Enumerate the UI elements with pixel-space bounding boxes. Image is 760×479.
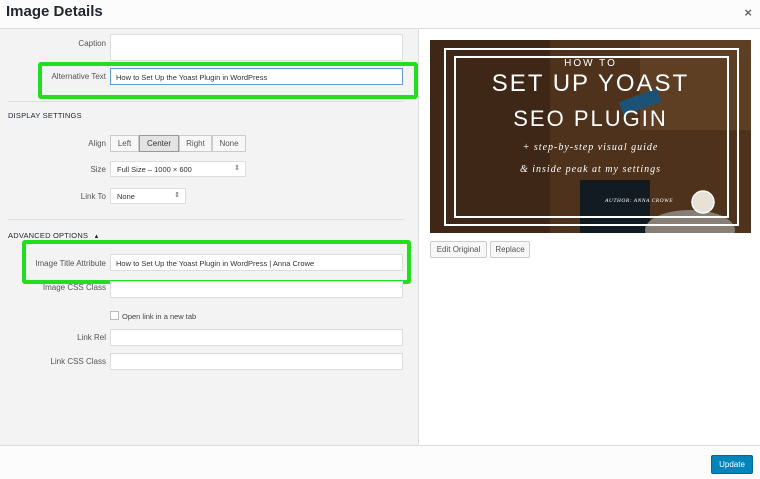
link-css-class-field[interactable] xyxy=(110,353,403,370)
dialog-footer xyxy=(0,445,760,479)
image-css-class-field[interactable] xyxy=(110,281,403,298)
display-settings-heading: DISPLAY SETTINGS xyxy=(8,111,82,120)
image-line-setup-yoast: SET UP YOAST xyxy=(491,70,690,97)
align-center-button[interactable]: Center xyxy=(139,135,179,152)
image-line-seo-plugin: SEO PLUGIN xyxy=(513,106,668,131)
update-button[interactable]: Update xyxy=(711,455,753,474)
image-line-settings: & inside peak at my settings xyxy=(519,164,662,175)
alt-text-label: Alternative Text xyxy=(51,72,106,81)
link-to-value: None xyxy=(117,192,135,201)
title-attribute-label: Image Title Attribute xyxy=(35,259,106,268)
caret-up-icon: ▲ xyxy=(93,234,100,240)
new-tab-checkbox[interactable] xyxy=(110,311,119,320)
image-css-class-label: Image CSS Class xyxy=(42,283,106,292)
close-icon[interactable]: × xyxy=(744,5,752,20)
image-line-guide: + step-by-step visual guide xyxy=(522,142,659,153)
divider xyxy=(8,219,404,220)
select-arrows-icon: ⇕ xyxy=(234,165,240,172)
advanced-options-toggle[interactable]: ADVANCED OPTIONS ▲ xyxy=(8,231,100,240)
select-arrows-icon: ⇕ xyxy=(174,192,180,199)
link-rel-field[interactable] xyxy=(110,329,403,346)
align-label: Align xyxy=(88,139,106,148)
size-label: Size xyxy=(90,165,106,174)
advanced-options-heading: ADVANCED OPTIONS xyxy=(8,231,89,240)
title-attribute-field[interactable]: How to Set Up the Yoast Plugin in WordPr… xyxy=(110,254,403,271)
divider xyxy=(8,101,404,102)
new-tab-label: Open link in a new tab xyxy=(122,312,197,321)
image-preview: HOW TO SET UP YOAST SEO PLUGIN + step-by… xyxy=(430,40,751,233)
dialog-title: Image Details xyxy=(6,3,103,20)
image-author: AUTHOR: ANNA CROWE xyxy=(605,198,674,204)
caption-label: Caption xyxy=(78,39,106,48)
replace-button[interactable]: Replace xyxy=(490,241,530,258)
size-select[interactable]: Full Size – 1000 × 600 ⇕ xyxy=(110,161,246,177)
image-line-how-to: HOW TO xyxy=(564,58,617,69)
edit-original-button[interactable]: Edit Original xyxy=(430,241,487,258)
link-rel-label: Link Rel xyxy=(77,333,106,342)
align-none-button[interactable]: None xyxy=(212,135,246,152)
dialog-header: Image Details × xyxy=(0,0,760,29)
size-value: Full Size – 1000 × 600 xyxy=(117,165,192,174)
caption-field[interactable] xyxy=(110,34,403,61)
link-to-select[interactable]: None ⇕ xyxy=(110,188,186,204)
align-left-button[interactable]: Left xyxy=(110,135,139,152)
link-css-class-label: Link CSS Class xyxy=(50,357,106,366)
align-right-button[interactable]: Right xyxy=(179,135,212,152)
alt-text-field[interactable]: How to Set Up the Yoast Plugin in WordPr… xyxy=(110,68,403,85)
link-to-label: Link To xyxy=(80,192,106,201)
